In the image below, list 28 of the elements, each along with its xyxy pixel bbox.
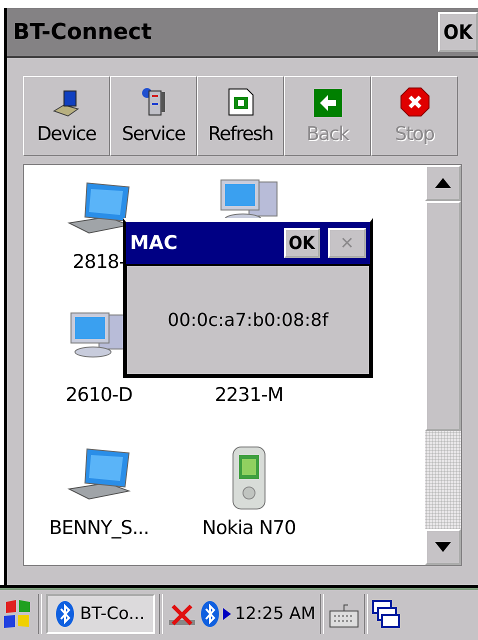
ok-button[interactable]: OK [284,228,320,258]
device-name[interactable]: BENNY_S... [49,517,149,539]
device-name[interactable]: 2231-M [214,384,284,406]
up-arrow-icon [435,178,451,188]
stop-icon [400,87,430,117]
windows-icon[interactable] [372,599,400,629]
laptop-icon [52,89,82,117]
scroll-down-button[interactable] [425,529,461,565]
scroll-thumb[interactable] [425,201,461,431]
task-button[interactable]: BT-Co... [46,594,155,634]
bluetooth-icon [56,601,74,627]
expand-arrow-icon[interactable] [222,608,231,620]
device-name[interactable]: 2818- [72,251,126,273]
clock: 12:25 AM [234,604,316,624]
scroll-up-button[interactable] [425,165,461,201]
ok-button[interactable]: OK [438,12,478,52]
device-name[interactable]: 2610-D [66,384,132,406]
dialog-title: MAC [130,232,179,254]
device-name[interactable]: Nokia N70 [202,517,296,539]
toolbar-button[interactable]: Device [23,76,110,156]
mac-address: 00:0c:a7:b0:08:8f [168,310,328,331]
window-title: BT-Connect [13,20,152,44]
down-arrow-icon [435,542,451,552]
toolbar-button[interactable]: Refresh [197,76,284,156]
bluetooth-icon[interactable] [200,601,219,627]
scrollbar[interactable] [425,165,461,565]
document-icon [226,87,254,117]
toolbar-button[interactable]: Service [110,76,197,156]
